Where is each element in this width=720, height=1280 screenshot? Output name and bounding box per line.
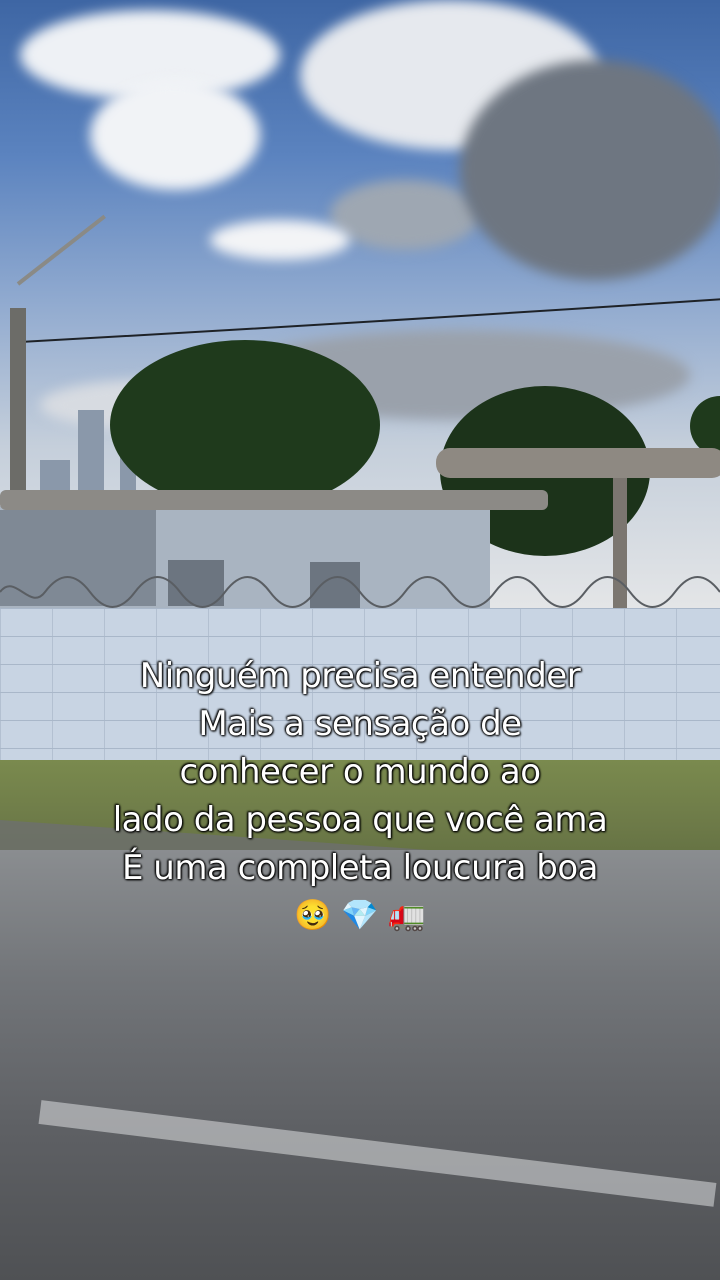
truck-emoji: 🚛: [388, 898, 426, 933]
caption-emoji-row: 🥹 💎 🚛: [40, 896, 680, 936]
caption-line: É uma completa loucura boa: [121, 848, 599, 888]
bus-stop-canopy: [436, 448, 720, 478]
skyline-building: [40, 460, 70, 490]
cloud: [210, 220, 350, 260]
power-line: [20, 298, 720, 358]
video-caption: Ninguém precisa entender Mais a sensação…: [40, 652, 680, 936]
caption-line: Mais a sensação de: [198, 704, 522, 744]
skyline-building: [78, 410, 104, 490]
tree: [110, 340, 380, 510]
razor-wire: [0, 572, 720, 612]
caption-line: lado da pessoa que você ama: [112, 800, 608, 840]
cloud: [460, 60, 720, 280]
building-roof: [0, 490, 548, 510]
gem-emoji: 💎: [341, 898, 379, 933]
pleading-face-emoji: 🥹: [294, 898, 332, 933]
cloud: [90, 80, 260, 190]
caption-line: Ninguém precisa entender: [139, 656, 581, 696]
caption-line: conhecer o mundo ao: [179, 752, 541, 792]
cloud: [330, 180, 480, 250]
video-frame[interactable]: Ninguém precisa entender Mais a sensação…: [0, 0, 720, 1280]
